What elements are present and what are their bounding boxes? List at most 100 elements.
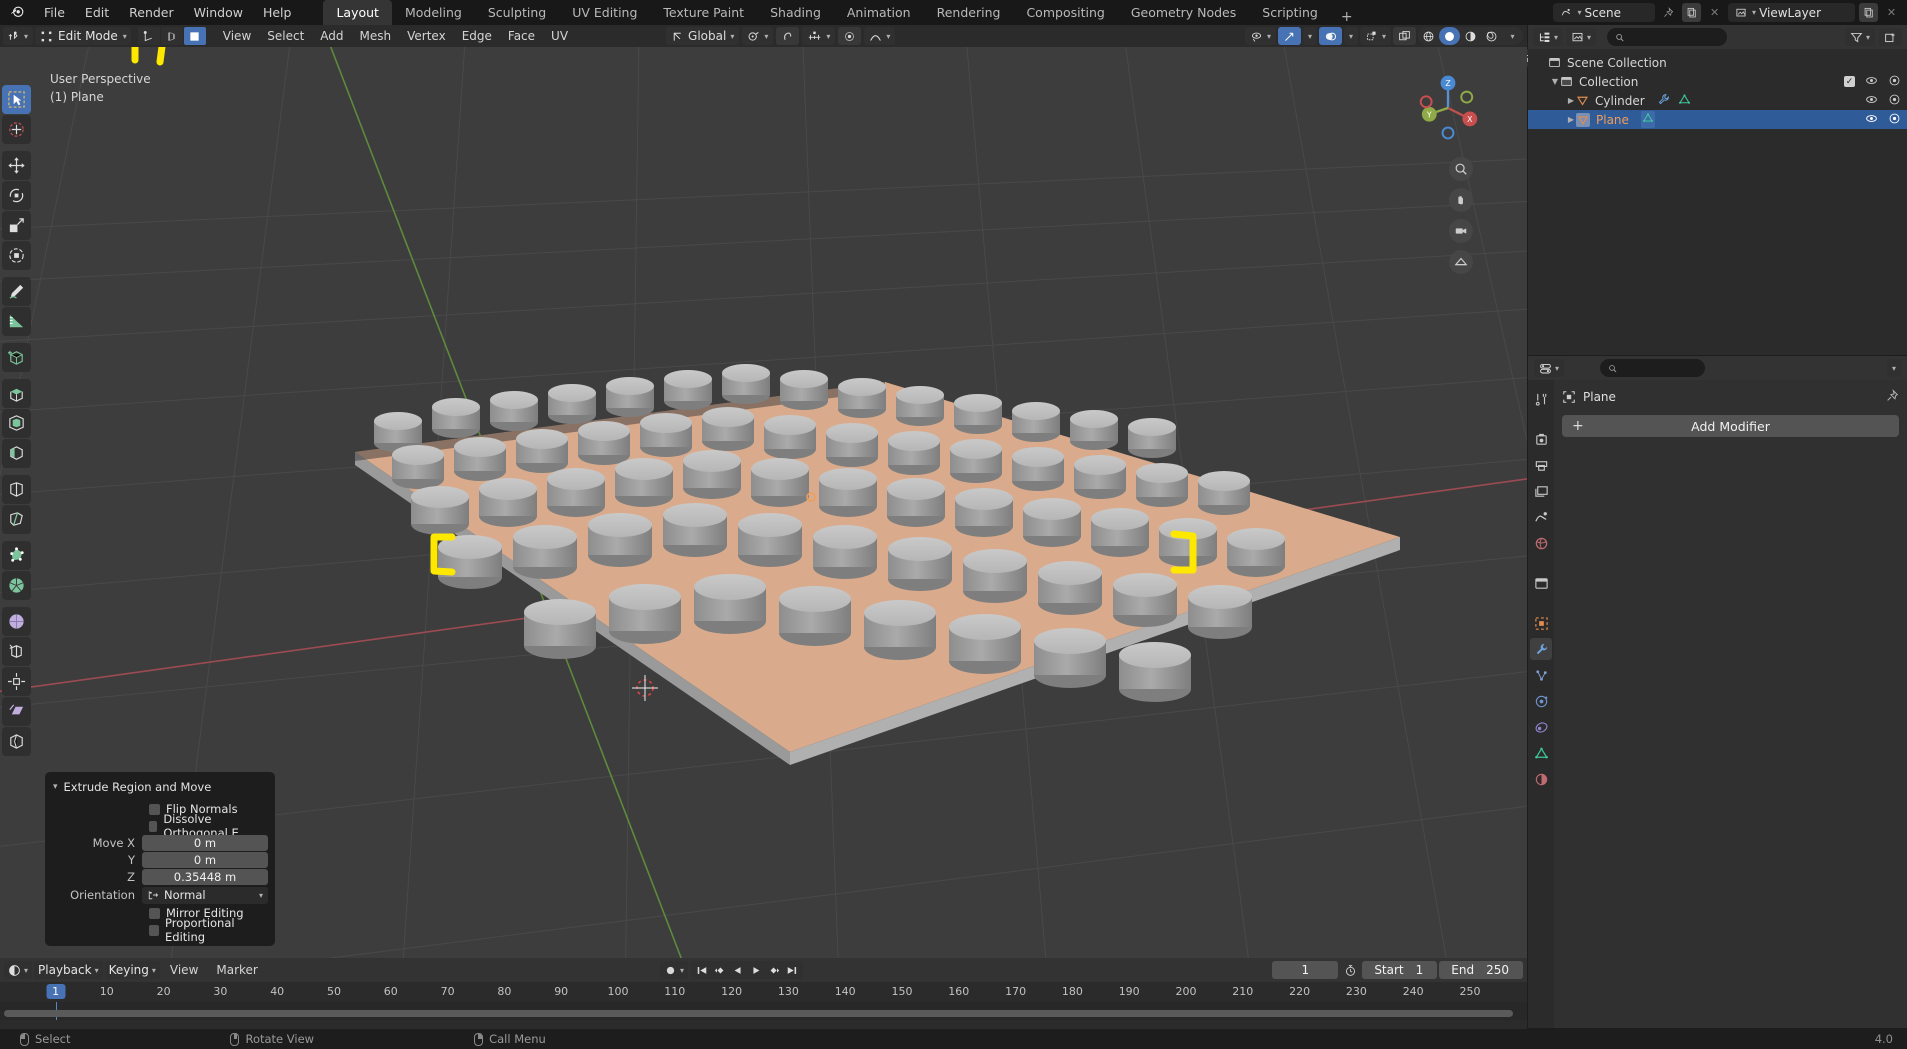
move-y-value[interactable]: 0 m [142, 852, 268, 868]
properties-tab-object[interactable] [1530, 612, 1552, 634]
properties-tab-view-layer[interactable] [1530, 480, 1552, 502]
scene-selector[interactable]: ▾ Scene [1553, 3, 1655, 22]
operator-dissolve-orthogonal-row[interactable]: Dissolve Orthogonal E... [52, 818, 268, 834]
workspace-tab-uv-editing[interactable]: UV Editing [559, 0, 650, 25]
add-modifier-button[interactable]: + Add Modifier [1562, 415, 1899, 437]
properties-options-chevron-icon[interactable]: ▾ [1887, 359, 1901, 377]
auto-keyframe-toggle[interactable]: ▾ [660, 961, 688, 979]
editor-type-selector[interactable]: ▾ [3, 27, 33, 45]
snap-settings[interactable]: ▾ [802, 27, 835, 45]
tool-select-box-icon[interactable] [2, 85, 31, 114]
properties-tab-constraints[interactable] [1530, 716, 1552, 738]
camera-view-icon[interactable] [1449, 219, 1473, 243]
properties-tab-particles[interactable] [1530, 664, 1552, 686]
mode-selector[interactable]: Edit Mode ▾ [35, 27, 131, 45]
edge-select-mode-icon[interactable] [161, 27, 183, 45]
operator-redo-panel[interactable]: ▾ Extrude Region and Move Flip Normals D… [45, 772, 275, 946]
tool-edge-slide-icon[interactable] [2, 637, 31, 666]
tool-shear-icon[interactable] [2, 697, 31, 726]
workspace-tab-modeling[interactable]: Modeling [392, 0, 475, 25]
timeline-track-area[interactable] [0, 1002, 1527, 1020]
tool-shrink-fatten-icon[interactable] [2, 667, 31, 696]
workspace-tab-shading[interactable]: Shading [757, 0, 834, 25]
gizmo-settings[interactable]: ▾ [1303, 27, 1317, 45]
eye-icon[interactable] [1865, 93, 1878, 109]
tool-scale-icon[interactable] [2, 211, 31, 240]
expand-triangle-right-icon[interactable]: ▶ [1566, 115, 1576, 124]
properties-search-field[interactable] [1622, 362, 1697, 374]
properties-tab-output[interactable] [1530, 454, 1552, 476]
properties-tab-render[interactable] [1530, 428, 1552, 450]
toggle-ortho-perspective-icon[interactable] [1449, 250, 1473, 274]
blender-logo-icon[interactable] [0, 4, 34, 21]
properties-search-input[interactable] [1600, 359, 1705, 377]
timeline-ruler[interactable]: 1020304050607080901001101201301401501601… [0, 982, 1527, 1002]
operator-orientation-row[interactable]: Orientation Normal ▾ [52, 886, 268, 904]
viewport-menu-add[interactable]: Add [312, 27, 351, 45]
mesh-data-icon[interactable] [1641, 111, 1655, 128]
properties-tab-material[interactable] [1530, 768, 1552, 790]
zoom-icon[interactable] [1449, 157, 1473, 181]
menu-edit[interactable]: Edit [75, 2, 119, 23]
face-select-mode-icon[interactable] [184, 27, 206, 45]
timeline-marker-menu[interactable]: Marker [208, 961, 265, 979]
expand-triangle-down-icon[interactable]: ▼ [1550, 77, 1560, 86]
new-scene-icon[interactable] [1682, 3, 1701, 22]
move-x-value[interactable]: 0 m [142, 835, 268, 851]
outliner-filter-icon[interactable]: ▾ [1845, 28, 1875, 46]
outliner-display-mode[interactable]: ▾ [1566, 28, 1596, 46]
transform-orientation-selector[interactable]: Global ▾ [666, 27, 739, 45]
timeline-playback-menu[interactable]: Playback ▾ [34, 961, 103, 979]
properties-tab-modifier[interactable] [1530, 638, 1552, 660]
tool-bevel-icon[interactable] [2, 439, 31, 468]
toggle-xray-button[interactable] [1393, 27, 1416, 45]
3d-viewport[interactable]: User Perspective (1) Plane [0, 47, 1527, 958]
workspace-tab-texture-paint[interactable]: Texture Paint [650, 0, 757, 25]
menu-render[interactable]: Render [119, 2, 184, 23]
solid-shading-icon[interactable] [1439, 27, 1460, 45]
material-preview-shading-icon[interactable] [1460, 27, 1481, 45]
dissolve-orthogonal-checkbox[interactable] [149, 821, 157, 832]
gizmo-toggle[interactable] [1278, 27, 1301, 45]
jump-to-end-icon[interactable] [783, 961, 801, 979]
current-frame-field[interactable]: 1 [1272, 961, 1338, 979]
new-viewlayer-icon[interactable] [1859, 3, 1878, 22]
proportional-editing-checkbox[interactable] [149, 925, 159, 936]
modifier-wrench-icon[interactable] [1657, 93, 1670, 109]
workspace-tab-scripting[interactable]: Scripting [1249, 0, 1331, 25]
delete-scene-icon[interactable]: ✕ [1705, 3, 1724, 22]
rendered-shading-icon[interactable] [1481, 27, 1502, 45]
timeline-view-menu[interactable]: View [162, 961, 206, 979]
timeline-editor-type-icon[interactable]: ▾ [4, 961, 32, 979]
viewport-menu-edge[interactable]: Edge [454, 27, 500, 45]
viewport-menu-select[interactable]: Select [259, 27, 312, 45]
play-icon[interactable] [747, 961, 765, 979]
viewport-menu-vertex[interactable]: Vertex [399, 27, 454, 45]
tool-spin-icon[interactable] [2, 571, 31, 600]
xray-toggle[interactable]: ▾ [1360, 27, 1391, 45]
outliner-search-field[interactable] [1630, 31, 1720, 43]
tool-transform-icon[interactable] [2, 241, 31, 270]
properties-tab-data[interactable] [1530, 742, 1552, 764]
viewport-nav-gizmo[interactable]: Z X Y [1409, 69, 1487, 147]
workspace-tab-geometry-nodes[interactable]: Geometry Nodes [1118, 0, 1249, 25]
tool-rotate-icon[interactable] [2, 181, 31, 210]
workspace-tab-sculpting[interactable]: Sculpting [475, 0, 559, 25]
wireframe-shading-icon[interactable] [1418, 27, 1439, 45]
tool-inset-faces-icon[interactable] [2, 409, 31, 438]
jump-to-start-icon[interactable] [693, 961, 711, 979]
properties-tab-world[interactable] [1530, 532, 1552, 554]
camera-render-icon[interactable] [1888, 112, 1901, 128]
properties-tab-collection[interactable] [1530, 572, 1552, 594]
operator-move-x-row[interactable]: Move X 0 m [52, 835, 268, 851]
menu-help[interactable]: Help [253, 2, 302, 23]
outliner-editor-type-icon[interactable]: ▾ [1533, 28, 1563, 46]
operator-proportional-editing-row[interactable]: Proportional Editing [52, 922, 268, 938]
overlays-toggle[interactable] [1319, 27, 1342, 45]
pin-id-icon[interactable] [1886, 389, 1899, 405]
workspace-tab-rendering[interactable]: Rendering [924, 0, 1014, 25]
expand-triangle-right-icon[interactable]: ▶ [1566, 96, 1576, 105]
viewport-menu-face[interactable]: Face [500, 27, 543, 45]
properties-tab-scene[interactable] [1530, 506, 1552, 528]
workspace-tab-compositing[interactable]: Compositing [1013, 0, 1117, 25]
